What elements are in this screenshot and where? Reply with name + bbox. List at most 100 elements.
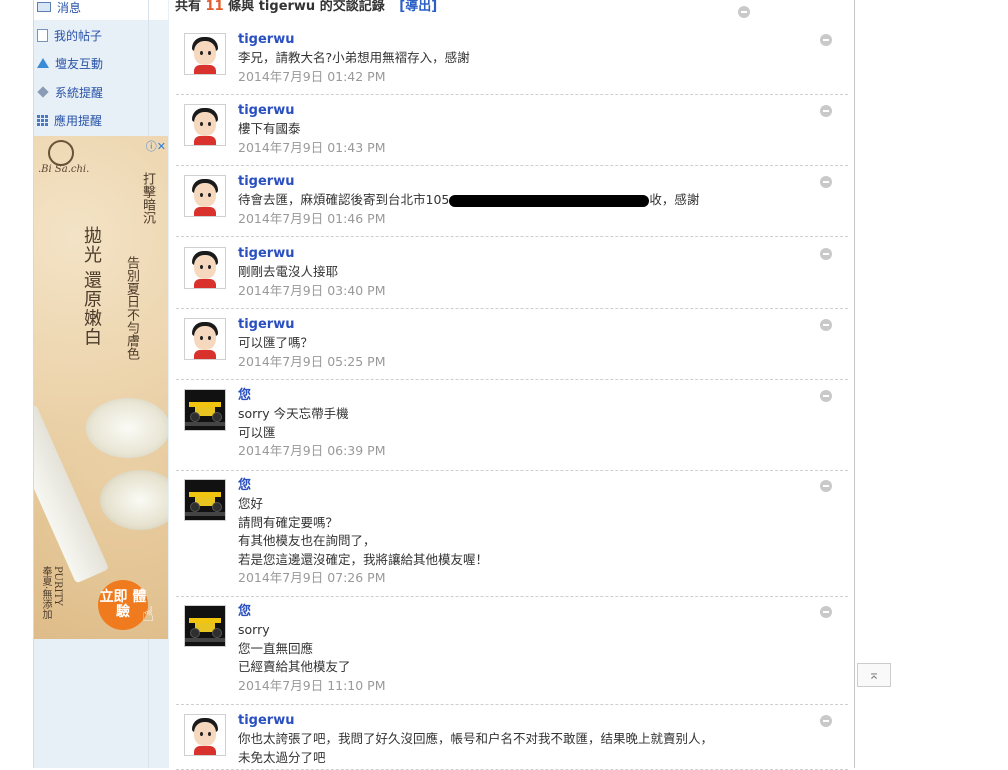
delete-all-icon[interactable] [738, 6, 750, 18]
message-item: tigerwu 李兄，請教大名?小弟想用無褶存入，感謝 2014年7月9日 01:4… [176, 28, 848, 95]
message-text: 若是您這邊還沒確定，我將讓給其他模友喔！ [238, 551, 489, 567]
summary-middle: 條與 [228, 0, 255, 14]
race-car-avatar[interactable] [184, 605, 226, 647]
arrow-up-icon: ⌅ [868, 667, 880, 683]
summary-prefix: 共有 [175, 0, 202, 14]
message-timestamp: 2014年7月9日 01:46 PM [238, 210, 386, 226]
delete-message-icon[interactable] [820, 606, 832, 618]
delete-message-icon[interactable] [820, 176, 832, 188]
delete-message-icon[interactable] [820, 715, 832, 727]
ad-copy-1: 打擊暗沉 [140, 172, 155, 224]
message-author[interactable]: tigerwu [238, 712, 798, 730]
message-body: 您您好請問有確定要嗎？ 有其他模友也在詢問了， 若是您這邊還沒確定，我將讓給其他模友… [238, 477, 798, 587]
message-item: tigerwu 你也太誇張了吧，我問了好久沒回應，帳号和户名不对我不敢匯，结果晚上… [176, 709, 848, 770]
message-text: 可以匯 [238, 424, 276, 440]
message-item: tigerwu 剛剛去電沒人接耶 2014年7月9日 03:40 PM [176, 242, 848, 309]
message-text-part: 待會去匯，麻煩確認後寄到台北市105 [238, 192, 450, 207]
message-text: 您好 [238, 496, 264, 511]
product-jar-image [100, 470, 168, 530]
message-body: 您 sorry 您一直無回應已經賣給其他模友了 2014年7月9日 11:10 PM [238, 603, 798, 695]
race-car-avatar[interactable] [184, 479, 226, 521]
message-text: 已經賣給其他模友了 [238, 659, 351, 674]
delete-message-icon[interactable] [820, 390, 832, 402]
message-author[interactable]: tigerwu [238, 316, 798, 334]
message-item: 您 sorry 您一直無回應已經賣給其他模友了 2014年7月9日 11:10 PM [176, 600, 848, 705]
sidebar-item-label: 壇友互動 [55, 56, 104, 71]
ad-close-icon[interactable]: ⓘ✕ [146, 138, 166, 154]
message-count: 11 [205, 0, 224, 14]
delete-message-icon[interactable] [820, 480, 832, 492]
sidebar-item-label: 消息 [57, 0, 82, 15]
grid-icon [37, 114, 48, 126]
message-text: 剛剛去電沒人接耶 [238, 264, 339, 279]
message-text: sorry 今天忘帶手機 [238, 406, 349, 421]
sidebar-item-my-posts[interactable]: 我的帖子 [34, 22, 149, 48]
message-timestamp: 2014年7月9日 01:42 PM [238, 68, 386, 84]
message-text: 待會去匯，麻煩確認後寄到台北市105 收，感謝 [238, 191, 798, 210]
boy-avatar[interactable] [184, 318, 226, 360]
message-author[interactable]: tigerwu [238, 245, 798, 263]
boy-avatar[interactable] [184, 714, 226, 756]
message-text: 請問有確定要嗎？ [238, 514, 339, 530]
message-text-part: 收，感謝 [649, 192, 700, 207]
panel-border [854, 0, 855, 768]
ad-copy-2: 告別夏日不勻膚色 [124, 256, 139, 360]
ad-banner[interactable]: .Bi Sa.chi. ⓘ✕ 拋光 還原嫩白 打擊暗沉 告別夏日不勻膚色 PUR… [34, 136, 168, 639]
boy-avatar[interactable] [184, 247, 226, 289]
hand-cursor-icon: ☝ [142, 602, 155, 626]
message-timestamp: 2014年7月9日 01:43 PM [238, 139, 386, 155]
sidebar-item-label: 應用提醒 [54, 113, 103, 128]
ad-headline: 拋光 還原嫩白 [81, 226, 102, 347]
ad-cta-button[interactable]: 立即 體驗 [98, 580, 148, 630]
message-text: 你也太誇張了吧，我問了好久沒回應，帳号和户名不对我不敢匯，结果晚上就賣别人， [238, 731, 714, 746]
export-link[interactable]: [導出] [399, 0, 437, 14]
brand-logo-icon [48, 140, 74, 166]
message-item: tigerwu 待會去匯，麻煩確認後寄到台北市105 收，感謝 2014年7月9日 0… [176, 170, 848, 237]
delete-message-icon[interactable] [820, 34, 832, 46]
diamond-icon [37, 86, 49, 98]
sidebar-item-app-notices[interactable]: 應用提醒 [34, 107, 149, 133]
message-timestamp: 2014年7月9日 03:40 PM [238, 282, 386, 298]
boy-avatar[interactable] [184, 33, 226, 75]
race-car-avatar[interactable] [184, 389, 226, 431]
delete-message-icon[interactable] [820, 105, 832, 117]
message-text: 有其他模友也在詢問了， [238, 533, 376, 548]
back-to-top-button[interactable]: ⌅ [857, 663, 891, 687]
sidebar-item-system-notices[interactable]: 系統提醒 [34, 79, 149, 105]
message-timestamp: 2014年7月9日 11:10 PM [238, 677, 386, 693]
delete-message-icon[interactable] [820, 248, 832, 260]
document-icon [37, 28, 48, 42]
message-timestamp: 2014年7月9日 07:26 PM [238, 570, 386, 585]
message-body: tigerwu 你也太誇張了吧，我問了好久沒回應，帳号和户名不对我不敢匯，结果晚上… [238, 712, 798, 767]
delete-message-icon[interactable] [820, 319, 832, 331]
message-text: 李兄，請教大名?小弟想用無褶存入，感謝 [238, 50, 470, 65]
message-author[interactable]: 您 [238, 603, 798, 621]
triangle-icon [37, 58, 49, 68]
message-body: tigerwu 可以匯了嗎？ 2014年7月9日 05:25 PM [238, 316, 798, 371]
message-author[interactable]: 您 [238, 387, 798, 405]
message-text: 可以匯了嗎？ [238, 335, 314, 350]
boy-avatar[interactable] [184, 175, 226, 217]
message-item: tigerwu 可以匯了嗎？ 2014年7月9日 05:25 PM [176, 313, 848, 380]
message-body: tigerwu 剛剛去電沒人接耶 2014年7月9日 03:40 PM [238, 245, 798, 300]
ad-brand: .Bi Sa.chi. [38, 164, 90, 175]
message-item: tigerwu 樓下有國泰 2014年7月9日 01:43 PM [176, 99, 848, 166]
boy-avatar[interactable] [184, 104, 226, 146]
message-author[interactable]: tigerwu [238, 102, 798, 120]
message-text: 您一直無回應 [238, 640, 314, 656]
message-author[interactable]: tigerwu [238, 173, 798, 191]
message-body: tigerwu 待會去匯，麻煩確認後寄到台北市105 收，感謝 2014年7月9日 0… [238, 173, 798, 228]
product-jar-image [86, 398, 168, 458]
mail-icon [37, 2, 51, 12]
message-author[interactable]: tigerwu [238, 31, 798, 49]
message-text: sorry [238, 622, 270, 637]
ad-side-text: PURITY [52, 566, 63, 606]
message-timestamp: 2014年7月9日 05:25 PM [238, 353, 386, 369]
message-item: 您 sorry 今天忘帶手機 可以匯 2014年7月9日 06:39 PM [176, 384, 848, 471]
sidebar-item-label: 我的帖子 [54, 28, 103, 43]
message-body: tigerwu 李兄，請教大名?小弟想用無褶存入，感謝 2014年7月9日 01:4… [238, 31, 798, 86]
message-text: 未免太過分了吧 [238, 749, 326, 765]
message-author[interactable]: 您 [238, 477, 798, 495]
message-text: 樓下有國泰 [238, 121, 301, 136]
sidebar-item-forum-interaction[interactable]: 壇友互動 [34, 50, 149, 76]
